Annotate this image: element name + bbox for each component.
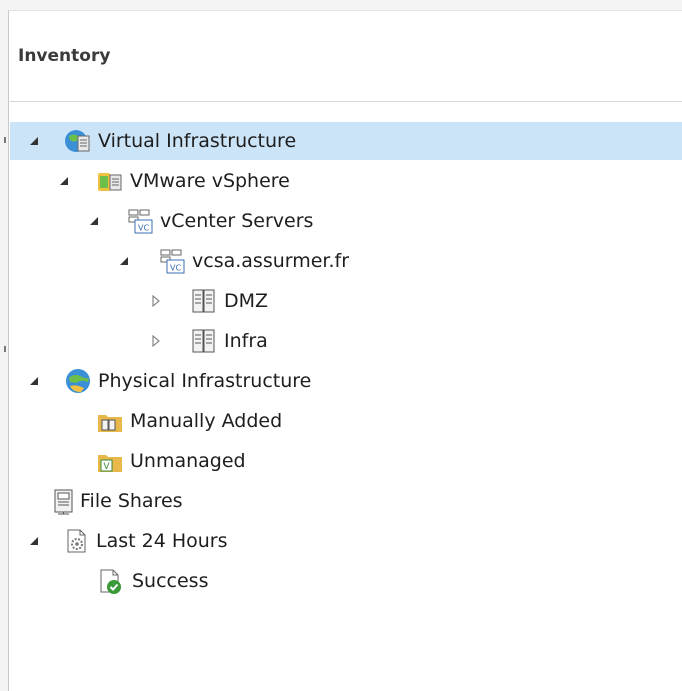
tree-label: Infra bbox=[224, 330, 268, 352]
expanded-arrow-icon[interactable] bbox=[118, 255, 130, 267]
expanded-arrow-icon[interactable] bbox=[28, 375, 40, 387]
folder-server-icon bbox=[96, 407, 124, 435]
vcenter-icon: VC bbox=[126, 207, 154, 235]
expanded-arrow-icon[interactable] bbox=[88, 215, 100, 227]
tree-label: vcsa.assurmer.fr bbox=[192, 250, 350, 272]
tree-label: Success bbox=[132, 570, 209, 592]
success-icon bbox=[96, 567, 124, 595]
tree-label: File Shares bbox=[80, 490, 183, 512]
vsphere-icon bbox=[96, 167, 124, 195]
resize-grip-bottom[interactable] bbox=[4, 346, 6, 352]
resize-grip-top[interactable] bbox=[4, 137, 6, 143]
svg-text:VC: VC bbox=[138, 224, 149, 233]
tree-item-virtual-infrastructure[interactable]: Virtual Infrastructure bbox=[10, 122, 682, 160]
tree-label: Last 24 Hours bbox=[96, 530, 228, 552]
file-share-icon bbox=[50, 487, 78, 515]
tree-item-vmware-vsphere[interactable]: VMware vSphere bbox=[10, 162, 682, 200]
tree-item-unmanaged[interactable]: V Unmanaged bbox=[10, 442, 682, 480]
vcenter-server-icon: VC bbox=[158, 247, 186, 275]
expanded-arrow-icon[interactable] bbox=[58, 175, 70, 187]
tree-label: Manually Added bbox=[130, 410, 283, 432]
tree-item-physical-infrastructure[interactable]: Physical Infrastructure bbox=[10, 362, 682, 400]
tree-item-infra[interactable]: Infra bbox=[10, 322, 682, 360]
header-divider bbox=[10, 101, 682, 102]
tree-item-success[interactable]: Success bbox=[10, 562, 682, 600]
tree-item-file-shares[interactable]: File Shares bbox=[10, 482, 682, 520]
panel-title: Inventory bbox=[18, 46, 111, 66]
tree-item-vcsa[interactable]: VC vcsa.assurmer.fr bbox=[10, 242, 682, 280]
tree-label: Unmanaged bbox=[130, 450, 246, 472]
expanded-arrow-icon[interactable] bbox=[28, 535, 40, 547]
tree-label: Virtual Infrastructure bbox=[98, 130, 297, 152]
collapsed-arrow-icon[interactable] bbox=[150, 335, 162, 347]
svg-text:V: V bbox=[103, 462, 110, 472]
tree-label: Physical Infrastructure bbox=[98, 370, 312, 392]
globe-server-icon bbox=[64, 127, 92, 155]
tree-label: vCenter Servers bbox=[160, 210, 314, 232]
tree-item-manually-added[interactable]: Manually Added bbox=[10, 402, 682, 440]
folder-v-icon: V bbox=[96, 447, 124, 475]
expanded-arrow-icon[interactable] bbox=[28, 135, 40, 147]
cluster-icon bbox=[190, 287, 218, 315]
tree-label: DMZ bbox=[224, 290, 269, 312]
cluster-icon bbox=[190, 327, 218, 355]
tree-item-vcenter-servers[interactable]: VC vCenter Servers bbox=[10, 202, 682, 240]
svg-text:VC: VC bbox=[170, 264, 181, 273]
collapsed-arrow-icon[interactable] bbox=[150, 295, 162, 307]
globe-icon bbox=[64, 367, 92, 395]
tree-item-dmz[interactable]: DMZ bbox=[10, 282, 682, 320]
tree-item-last-24-hours[interactable]: Last 24 Hours bbox=[10, 522, 682, 560]
tree-label: VMware vSphere bbox=[130, 170, 290, 192]
job-history-icon bbox=[62, 527, 90, 555]
